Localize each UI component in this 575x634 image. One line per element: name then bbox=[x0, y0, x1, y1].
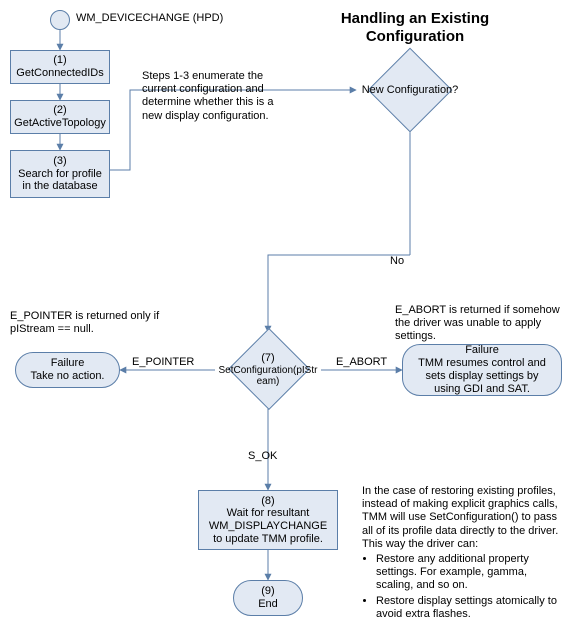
decision-num: (7) bbox=[261, 352, 274, 365]
start-event-circle bbox=[50, 10, 70, 30]
restore-bullet-1: Restore any additional property settings… bbox=[376, 553, 567, 593]
start-event-label: WM_DEVICECHANGE (HPD) bbox=[76, 12, 223, 24]
annotation-restore-note: In the case of restoring existing profil… bbox=[362, 485, 567, 623]
process-step-1: (1) GetConnectedIDs bbox=[10, 50, 110, 84]
terminator-end: (9) End bbox=[233, 580, 303, 616]
step-num: (8) bbox=[261, 495, 274, 508]
step-label: End bbox=[258, 598, 278, 611]
edge-label-sok: S_OK bbox=[248, 450, 277, 462]
process-step-2: (2) GetActiveTopology bbox=[10, 100, 110, 134]
annotation-epointer-note: E_POINTER is returned only if pIStream =… bbox=[10, 310, 180, 336]
edge-label-eabort: E_ABORT bbox=[336, 356, 387, 368]
step-label: Wait for resultant WM_DISPLAYCHANGE to u… bbox=[203, 507, 333, 545]
step-label: GetActiveTopology bbox=[14, 117, 106, 130]
terminator-failure-left: Failure Take no action. bbox=[15, 352, 120, 388]
step-num: (1) bbox=[53, 54, 66, 67]
decision-new-configuration: New Configuration? bbox=[356, 50, 464, 130]
restore-bullet-2: Restore display settings atomically to a… bbox=[376, 595, 567, 621]
annotation-eabort-note: E_ABORT is returned if somehow the drive… bbox=[395, 304, 570, 344]
step-num: (2) bbox=[53, 104, 66, 117]
terminator-label: Failure TMM resumes control and sets dis… bbox=[411, 344, 553, 397]
process-step-3: (3) Search for profile in the database bbox=[10, 150, 110, 198]
step-label: GetConnectedIDs bbox=[16, 67, 103, 80]
annotation-enum-note: Steps 1-3 enumerate the current configur… bbox=[142, 70, 292, 123]
decision-setconfiguration: (7) SetConfiguration(pIStream) bbox=[210, 326, 326, 414]
terminator-label: Failure Take no action. bbox=[31, 357, 105, 383]
restore-note-intro: In the case of restoring existing profil… bbox=[362, 485, 558, 550]
flowchart-canvas: Handling an Existing Configuration WM_DE… bbox=[0, 0, 575, 634]
decision-label: SetConfiguration(pIStream) bbox=[218, 365, 318, 388]
process-step-8: (8) Wait for resultant WM_DISPLAYCHANGE … bbox=[198, 490, 338, 550]
step-num: (3) bbox=[53, 155, 66, 168]
edge-label-no: No bbox=[390, 255, 404, 267]
step-num: (9) bbox=[261, 585, 274, 598]
terminator-failure-right: Failure TMM resumes control and sets dis… bbox=[402, 344, 562, 396]
decision-label: New Configuration? bbox=[362, 84, 459, 97]
edge-label-epointer: E_POINTER bbox=[132, 356, 194, 368]
diagram-title: Handling an Existing Configuration bbox=[315, 10, 515, 46]
step-label: Search for profile in the database bbox=[15, 168, 105, 193]
